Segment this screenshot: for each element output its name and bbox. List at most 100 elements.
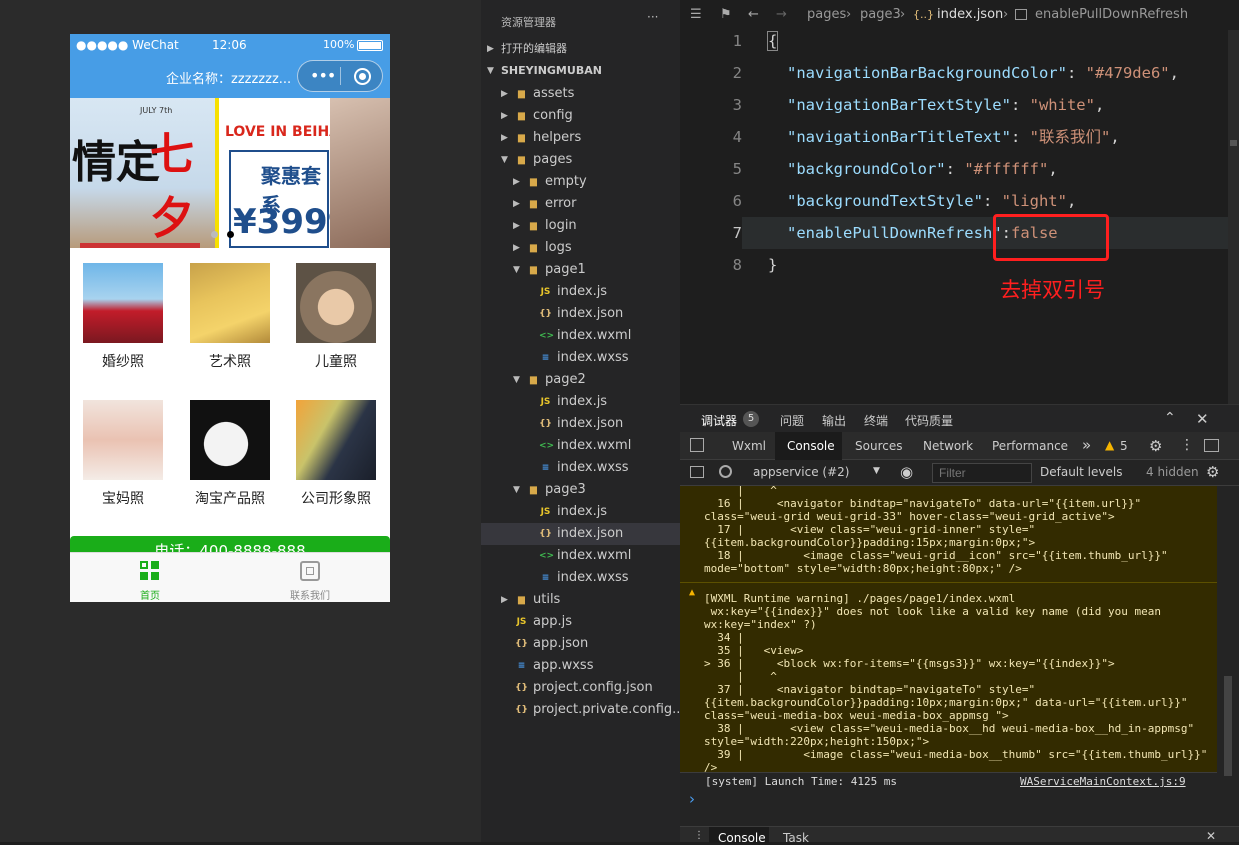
grid-item-kids[interactable]: 儿童照	[283, 263, 389, 371]
hidden-count: 4 hidden	[1146, 465, 1199, 479]
code-text: "backgroundTextStyle": "light",	[787, 185, 1076, 217]
more-tabs-button[interactable]: »	[1082, 436, 1091, 454]
file-name: index.wxml	[557, 438, 632, 453]
source-link[interactable]: WAServiceMainContext.js:9	[1020, 773, 1186, 791]
context-select[interactable]: appservice (#2)	[753, 465, 849, 479]
grid-item-art[interactable]: 艺术照	[177, 263, 283, 371]
tab-output[interactable]: 输出	[822, 412, 846, 429]
file-name: index.wxml	[557, 548, 632, 563]
drawer-tab-task[interactable]: Task	[783, 831, 809, 845]
warning-count[interactable]: 5	[1120, 439, 1128, 453]
tree-item-page3[interactable]: ▼ ▆ page3	[481, 479, 680, 501]
battery-percent: 100%	[323, 38, 355, 51]
file-name: index.js	[557, 284, 608, 299]
drawer-close-icon[interactable]: ✕	[1206, 829, 1216, 843]
open-editors-section[interactable]: ▶ 打开的编辑器	[481, 38, 680, 60]
tree-item-logs[interactable]: ▶ ▆ logs	[481, 237, 680, 259]
grid-item-corporate[interactable]: 公司形象照	[283, 400, 389, 508]
swiper-dot-active[interactable]	[227, 231, 234, 238]
tree-item-config[interactable]: ▶ ▆ config	[481, 105, 680, 127]
tree-item-index-json[interactable]: {} index.json	[481, 413, 680, 435]
folder-icon: ▆	[530, 199, 537, 209]
capsule-menu[interactable]: •••	[297, 60, 383, 92]
tree-item-error[interactable]: ▶ ▆ error	[481, 193, 680, 215]
tree-item-project-config-json[interactable]: {} project.config.json	[481, 677, 680, 699]
json-file-icon: {}	[515, 639, 528, 649]
json-file-icon: {}	[539, 419, 552, 429]
tree-item-index-js[interactable]: JS index.js	[481, 391, 680, 413]
more-dots-icon[interactable]: •••	[310, 66, 336, 85]
drawer-tab-console[interactable]: Console	[718, 831, 766, 845]
tree-item-app-wxss[interactable]: ≡ app.wxss	[481, 655, 680, 677]
tree-item-index-json[interactable]: {} index.json	[481, 303, 680, 325]
tab-sources[interactable]: Sources	[855, 439, 902, 453]
tab-contact[interactable]: 联系我们	[230, 553, 390, 602]
tree-item-page2[interactable]: ▼ ▆ page2	[481, 369, 680, 391]
grid-item-mom[interactable]: 宝妈照	[70, 400, 176, 508]
tab-console[interactable]: Console	[787, 439, 835, 453]
tab-contact-label: 联系我们	[290, 591, 330, 602]
inspect-icon[interactable]	[690, 438, 704, 452]
json-value: "#ffffff"	[964, 160, 1049, 178]
tree-item-app-js[interactable]: JS app.js	[481, 611, 680, 633]
carrier-label: ●●●●● WeChat	[76, 38, 179, 52]
tree-item-empty[interactable]: ▶ ▆ empty	[481, 171, 680, 193]
tab-problems[interactable]: 问题	[780, 412, 804, 429]
tree-item-helpers[interactable]: ▶ ▆ helpers	[481, 127, 680, 149]
file-name: page3	[545, 482, 586, 497]
json-file-icon: {}	[515, 683, 528, 693]
tab-performance[interactable]: Performance	[992, 439, 1068, 453]
tab-home[interactable]: 首页	[70, 553, 230, 602]
tree-item-index-json[interactable]: {} index.json	[481, 523, 680, 545]
file-name: index.json	[557, 526, 624, 541]
folder-open-icon: ▆	[530, 375, 537, 385]
editor-scrollbar[interactable]	[1228, 30, 1239, 404]
tree-item-utils[interactable]: ▶ ▆ utils	[481, 589, 680, 611]
sidebar-toggle-icon[interactable]	[690, 466, 704, 478]
clear-console-icon[interactable]	[719, 465, 732, 478]
explorer-more-button[interactable]: ···	[647, 10, 658, 24]
console-prompt[interactable]: ›	[689, 790, 695, 808]
drawer-menu-icon[interactable]: ⋮	[694, 830, 704, 841]
console-line: style="width:220px;height:150px;">	[704, 735, 930, 748]
nav-title: 企业名称：zzzzzzz...	[166, 72, 292, 87]
tab-terminal[interactable]: 终端	[864, 412, 888, 429]
tree-item-index-wxss[interactable]: ≡ index.wxss	[481, 457, 680, 479]
grid-item-taobao[interactable]: 淘宝产品照	[177, 400, 283, 508]
chevron-down-icon: ▼	[513, 375, 520, 385]
tree-item-index-wxss[interactable]: ≡ index.wxss	[481, 567, 680, 589]
eye-icon[interactable]: ◉	[900, 463, 913, 481]
tab-wxml[interactable]: Wxml	[732, 439, 766, 453]
banner-swiper[interactable]: 情定 七夕 JULY 7th LOVE IN BEIHAI 聚惠套系 ¥3999	[70, 98, 390, 248]
collapse-icon[interactable]: ⌃	[1164, 410, 1176, 426]
swiper-dot[interactable]	[211, 231, 218, 238]
tree-item-index-js[interactable]: JS index.js	[481, 281, 680, 303]
filter-input[interactable]	[932, 463, 1032, 483]
tree-item-login[interactable]: ▶ ▆ login	[481, 215, 680, 237]
log-levels-select[interactable]: Default levels	[1040, 465, 1122, 479]
console-settings-icon[interactable]: ⚙	[1206, 463, 1219, 481]
tree-item-index-wxml[interactable]: <> index.wxml	[481, 435, 680, 457]
kebab-menu-icon[interactable]: ⋮	[1180, 437, 1194, 453]
tree-item-index-js[interactable]: JS index.js	[481, 501, 680, 523]
tree-item-index-wxml[interactable]: <> index.wxml	[481, 545, 680, 567]
grid-item-wedding[interactable]: 婚纱照	[70, 263, 176, 371]
console-scrollbar[interactable]	[1217, 486, 1239, 790]
tab-network[interactable]: Network	[923, 439, 973, 453]
project-root[interactable]: ▼ SHEYINGMUBAN	[481, 60, 680, 82]
line-number: 1	[732, 32, 742, 50]
tree-item-project-private-config-[interactable]: {} project.private.config...	[481, 699, 684, 721]
tree-item-app-json[interactable]: {} app.json	[481, 633, 680, 655]
chevron-right-icon: ▶	[501, 595, 508, 605]
tree-item-pages[interactable]: ▼ ▆ pages	[481, 149, 680, 171]
tree-item-index-wxss[interactable]: ≡ index.wxss	[481, 347, 680, 369]
close-icon[interactable]: ✕	[1196, 410, 1209, 428]
close-miniprogram-icon[interactable]	[354, 68, 371, 85]
dock-icon[interactable]	[1204, 439, 1219, 452]
tree-item-index-wxml[interactable]: <> index.wxml	[481, 325, 680, 347]
tab-debugger[interactable]: 调试器	[701, 412, 737, 429]
tree-item-page1[interactable]: ▼ ▆ page1	[481, 259, 680, 281]
tree-item-assets[interactable]: ▶ ▆ assets	[481, 83, 680, 105]
tab-code-quality[interactable]: 代码质量	[905, 412, 953, 429]
gear-icon[interactable]: ⚙	[1149, 437, 1162, 455]
